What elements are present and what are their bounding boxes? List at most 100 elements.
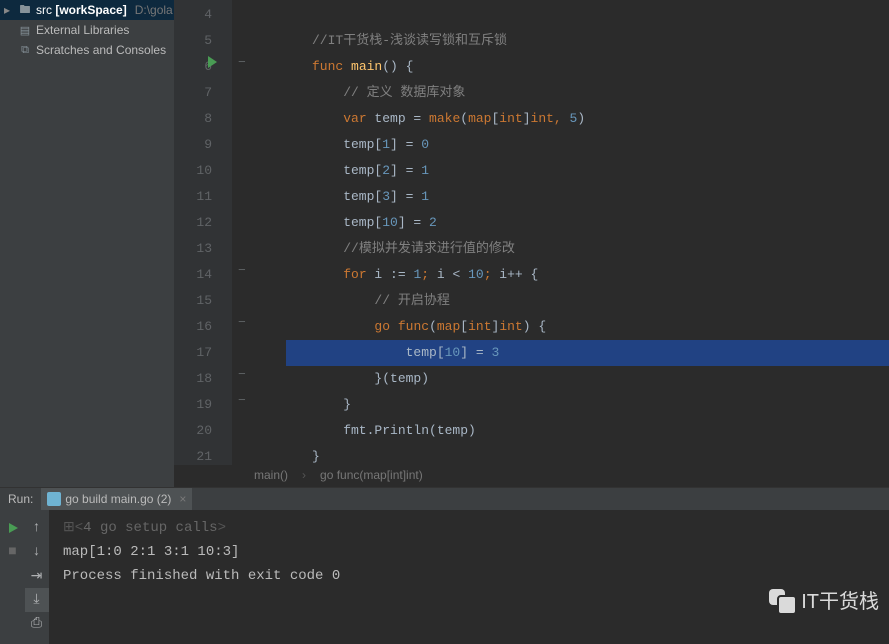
stop-button[interactable]: ■ xyxy=(1,540,25,564)
code-token: ] = xyxy=(460,345,491,360)
run-configuration-tab[interactable]: go build main.go (2) × xyxy=(41,488,192,510)
code-token: // 定义 数据库对象 xyxy=(343,85,465,100)
project-tree-item[interactable]: ▤ External Libraries xyxy=(0,20,174,40)
code-token: 10 xyxy=(382,215,398,230)
scroll-down-button[interactable]: ↓ xyxy=(25,540,49,564)
line-number: 20 xyxy=(174,418,212,444)
code-token: var xyxy=(343,111,366,126)
code-line[interactable]: } xyxy=(312,392,585,418)
code-line[interactable]: temp[1] = 0 xyxy=(312,132,585,158)
code-token: 3 xyxy=(491,345,499,360)
code-token: temp[ xyxy=(312,137,382,152)
line-number: 21 xyxy=(174,444,212,470)
code-line[interactable]: var temp = make(map[int]int, 5) xyxy=(312,106,585,132)
scroll-up-button[interactable]: ↑ xyxy=(25,516,49,540)
tree-item-path: D:\gola xyxy=(135,3,173,17)
code-token: } xyxy=(312,397,351,412)
code-editor[interactable]: 456789101112131415161718192021 //IT干货栈-浅… xyxy=(174,0,889,465)
run-line-marker-icon[interactable] xyxy=(208,56,217,68)
line-number: 4 xyxy=(174,2,212,28)
tree-caret-icon[interactable]: ▸ xyxy=(4,3,14,17)
code-line[interactable]: }(temp) xyxy=(312,366,585,392)
rerun-button[interactable] xyxy=(1,516,25,540)
close-icon[interactable]: × xyxy=(179,492,186,506)
watermark: IT干货栈 xyxy=(769,585,879,614)
project-sidebar: ▸🖿src [workSpace] D:\gola ▤External Libr… xyxy=(0,0,174,487)
print-button[interactable]: ⎙ xyxy=(25,612,49,636)
code-token: 1 xyxy=(421,189,429,204)
line-number: 9 xyxy=(174,132,212,158)
fold-marker-icon[interactable] xyxy=(238,315,248,325)
spacer xyxy=(1,612,25,636)
code-token: i := xyxy=(367,267,414,282)
code-line[interactable]: // 定义 数据库对象 xyxy=(312,80,585,106)
code-token: ( xyxy=(460,111,468,126)
code-token: int xyxy=(531,111,554,126)
line-number-gutter: 456789101112131415161718192021 xyxy=(174,0,232,465)
code-area[interactable]: //IT干货栈-浅谈读写锁和互斥锁func main() { // 定义 数据库… xyxy=(232,0,585,465)
expand-icon[interactable]: ⊞ xyxy=(63,520,75,536)
fold-marker-icon[interactable] xyxy=(238,55,248,65)
code-token: make xyxy=(429,111,460,126)
code-line[interactable]: //IT干货栈-浅谈读写锁和互斥锁 xyxy=(312,28,585,54)
breadcrumb-item[interactable]: main() xyxy=(254,468,288,482)
code-token: //模拟并发请求进行值的修改 xyxy=(343,241,515,256)
code-line[interactable] xyxy=(312,2,585,28)
code-token: map xyxy=(468,111,491,126)
code-line[interactable]: func main() { xyxy=(312,54,585,80)
soft-wrap-button[interactable]: ⇥ xyxy=(25,564,49,588)
line-number: 14 xyxy=(174,262,212,288)
project-tree-item[interactable]: ⧉Scratches and Consoles xyxy=(0,40,174,60)
fold-marker-icon[interactable] xyxy=(238,393,248,403)
code-token: temp = xyxy=(367,111,429,126)
code-line[interactable]: temp[10] = 3 xyxy=(286,340,889,366)
code-line[interactable]: temp[3] = 1 xyxy=(312,184,585,210)
code-token: ( xyxy=(429,319,437,334)
code-line[interactable]: fmt.Println(temp) xyxy=(312,418,585,444)
code-token: int xyxy=(499,319,522,334)
code-token xyxy=(312,267,343,282)
code-token: temp[ xyxy=(312,163,382,178)
spacer xyxy=(1,564,25,588)
line-number: 16 xyxy=(174,314,212,340)
setup-calls-folded[interactable]: 4 go setup calls xyxy=(83,520,217,536)
line-number: 17 xyxy=(174,340,212,366)
fold-marker-icon[interactable] xyxy=(238,263,248,273)
tree-item-label: External Libraries xyxy=(36,23,129,37)
library-icon: ▤ xyxy=(18,23,32,37)
line-number: 15 xyxy=(174,288,212,314)
scroll-to-end-button[interactable]: ⤓ xyxy=(25,588,49,612)
spacer xyxy=(1,588,25,612)
code-token xyxy=(390,319,398,334)
go-file-icon xyxy=(47,492,61,506)
console-output[interactable]: ⊞<4 go setup calls> map[1:0 2:1 3:1 10:3… xyxy=(49,510,889,644)
code-line[interactable]: // 开启协程 xyxy=(312,288,585,314)
project-tree-item[interactable]: ▸🖿src [workSpace] D:\gola xyxy=(0,0,174,20)
scratches-icon: ⧉ xyxy=(18,43,32,57)
code-token: ] = xyxy=(398,215,429,230)
code-token: main xyxy=(351,59,382,74)
code-token: ] = xyxy=(390,137,421,152)
breadcrumb-item[interactable]: go func(map[int]int) xyxy=(320,468,423,482)
code-token: int xyxy=(499,111,522,126)
code-line[interactable]: temp[2] = 1 xyxy=(312,158,585,184)
line-number: 18 xyxy=(174,366,212,392)
folder-icon: 🖿 xyxy=(18,3,32,17)
code-token: ] = xyxy=(390,189,421,204)
code-token: 0 xyxy=(421,137,429,152)
code-line[interactable]: go func(map[int]int) { xyxy=(312,314,585,340)
fold-marker-icon[interactable] xyxy=(238,367,248,377)
code-token: , xyxy=(554,111,570,126)
code-token: ; xyxy=(484,267,500,282)
code-line[interactable]: for i := 1; i < 10; i++ { xyxy=(312,262,585,288)
code-token: ] xyxy=(523,111,531,126)
code-token: fmt.Println(temp) xyxy=(312,423,476,438)
code-token: temp[ xyxy=(312,215,382,230)
code-token: }(temp) xyxy=(312,371,429,386)
code-token: 2 xyxy=(429,215,437,230)
code-line[interactable]: temp[10] = 2 xyxy=(312,210,585,236)
run-tab-label: go build main.go (2) xyxy=(65,492,171,506)
code-token xyxy=(312,111,343,126)
code-line[interactable]: //模拟并发请求进行值的修改 xyxy=(312,236,585,262)
code-token: ) { xyxy=(523,319,546,334)
